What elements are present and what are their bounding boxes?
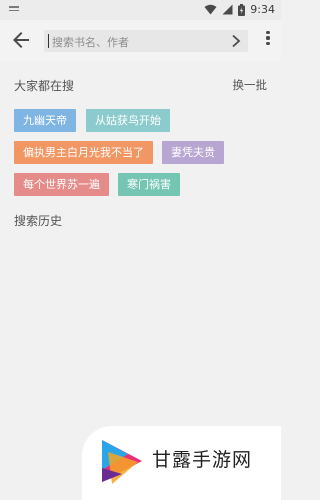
- more-menu-button[interactable]: [265, 31, 271, 49]
- text-cursor: [48, 34, 49, 48]
- watermark: 甘露手游网: [82, 426, 281, 500]
- watermark-text: 甘露手游网: [152, 449, 253, 471]
- refresh-button[interactable]: 换一批: [233, 77, 268, 93]
- dot-icon: [266, 36, 270, 40]
- hot-tag[interactable]: 每个世界苏一遍: [14, 173, 109, 196]
- hot-tag[interactable]: 寒门祸害: [118, 173, 180, 196]
- notification-icon: [9, 6, 21, 14]
- wifi-icon: [204, 4, 217, 15]
- hot-tag[interactable]: 从姑获鸟开始: [86, 109, 170, 132]
- search-toolbar: [0, 20, 281, 62]
- watermark-logo-icon: [102, 440, 142, 484]
- dot-icon: [266, 31, 270, 35]
- search-input[interactable]: [50, 32, 229, 52]
- signal-icon: [222, 4, 233, 15]
- chevron-right-icon[interactable]: [230, 34, 242, 48]
- search-box[interactable]: [44, 30, 248, 52]
- search-history-title: 搜索历史: [14, 214, 63, 228]
- status-bar: 9:34: [0, 0, 281, 20]
- hot-tag[interactable]: 妻凭夫贵: [162, 141, 224, 164]
- dot-icon: [266, 41, 270, 46]
- battery-icon: [238, 3, 246, 16]
- back-button[interactable]: [9, 28, 33, 52]
- clock: 9:34: [250, 3, 275, 16]
- hot-tag[interactable]: 偏执男主白月光我不当了: [14, 141, 153, 164]
- hot-searches-title: 大家都在搜: [14, 79, 75, 93]
- arrow-left-icon: [13, 32, 29, 48]
- hot-tag[interactable]: 九幽天帝: [14, 109, 76, 132]
